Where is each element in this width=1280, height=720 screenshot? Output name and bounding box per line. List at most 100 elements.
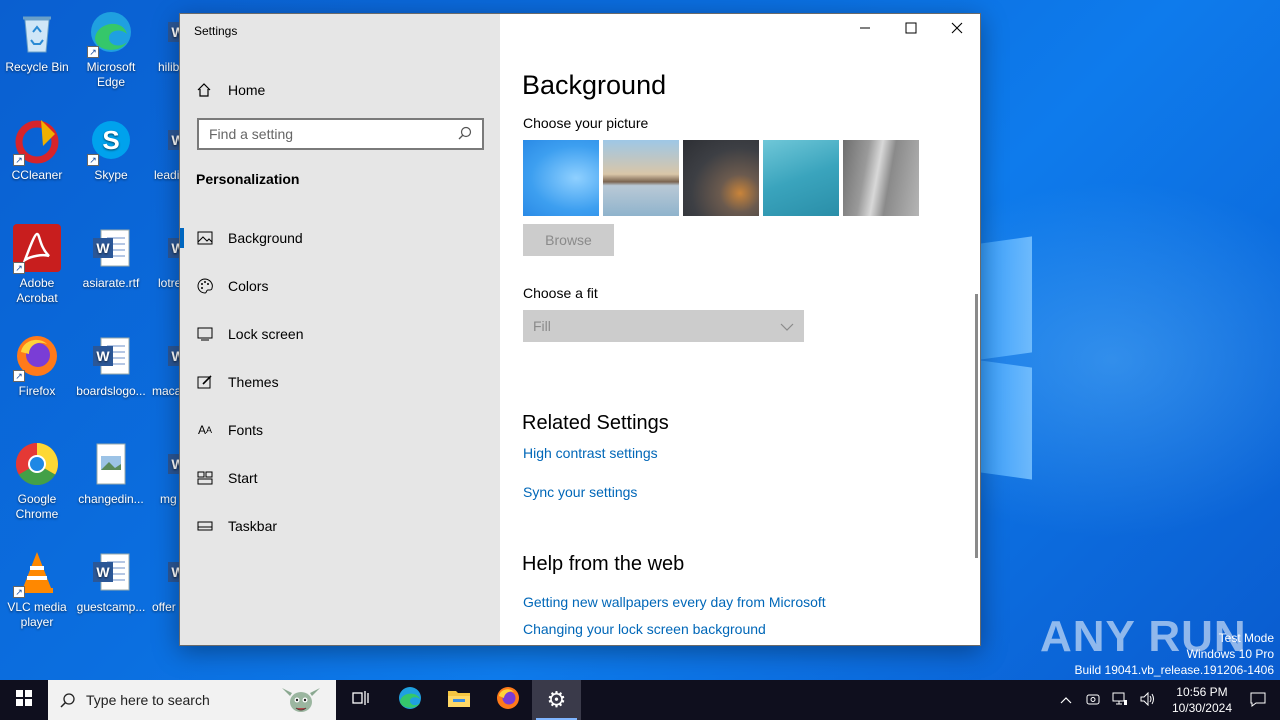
windows-logo-wallpaper	[975, 236, 1035, 480]
system-tray: 10:56 PM 10/30/2024	[1052, 680, 1280, 720]
page-title: Background	[522, 70, 667, 100]
maximize-button[interactable]	[888, 14, 934, 46]
chevron-down-icon	[780, 318, 794, 334]
content-scrollbar[interactable]	[975, 294, 978, 558]
desktop-icon-boardslogo[interactable]: W boardslogo...	[75, 332, 147, 399]
choose-fit-label: Choose a fit	[523, 285, 598, 301]
desktop-icon-label: CCleaner	[11, 168, 63, 182]
firefox-icon	[496, 686, 520, 715]
personalization-nav: Background Colors Lock screen Themes AA …	[180, 214, 500, 550]
watermark-line: Test Mode	[1218, 631, 1274, 645]
desktop-icon-firefox[interactable]: ↗ Firefox	[1, 332, 73, 399]
wallpaper-thumbnail[interactable]	[843, 140, 919, 216]
start-button[interactable]	[0, 680, 48, 720]
home-icon	[196, 82, 214, 98]
word-doc-icon: W	[87, 548, 135, 596]
settings-content: Background Choose your picture Browse Ch…	[500, 14, 980, 645]
fit-select-value: Fill	[533, 318, 551, 334]
section-title: Personalization	[196, 171, 300, 187]
desktop-icon-skype[interactable]: S ↗ Skype	[75, 116, 147, 183]
desktop-icon-label: changedin...	[78, 492, 144, 506]
search-icon	[458, 126, 472, 143]
taskbar-edge[interactable]	[385, 680, 434, 720]
picture-thumbnails	[523, 140, 919, 216]
clock[interactable]: 10:56 PM 10/30/2024	[1172, 684, 1232, 716]
start-tiles-icon	[196, 469, 214, 487]
meet-now-icon[interactable]	[1086, 692, 1100, 709]
desktop-icon-guestcamp[interactable]: W guestcamp...	[75, 548, 147, 615]
settings-sidebar: Settings Home Find a setting Personaliza…	[180, 14, 500, 645]
nav-home[interactable]: Home	[196, 78, 265, 102]
wallpaper-thumbnail[interactable]	[763, 140, 839, 216]
related-settings-heading: Related Settings	[522, 412, 669, 434]
desktop-icon-ccleaner[interactable]: ↗ CCleaner	[1, 116, 73, 183]
desktop-icon-label: Skype	[94, 168, 128, 182]
sidebar-item-background[interactable]: Background	[180, 214, 500, 262]
image-file-icon	[87, 440, 135, 488]
ccleaner-icon: ↗	[13, 116, 61, 166]
search-placeholder: Find a setting	[209, 126, 294, 142]
sidebar-item-start[interactable]: Start	[180, 454, 500, 502]
minimize-button[interactable]	[842, 14, 888, 46]
sidebar-item-taskbar[interactable]: Taskbar	[180, 502, 500, 550]
sidebar-item-colors[interactable]: Colors	[180, 262, 500, 310]
nav-home-label: Home	[228, 82, 266, 98]
maximize-icon	[905, 21, 917, 39]
taskbar-settings[interactable]: ⚙	[532, 680, 581, 720]
desktop-icon-google-chrome[interactable]: Google Chrome	[1, 440, 73, 522]
skype-icon: S ↗	[87, 116, 135, 166]
desktop-icon-recycle-bin[interactable]: Recycle Bin	[1, 8, 73, 75]
choose-picture-label: Choose your picture	[523, 115, 649, 131]
wallpaper-thumbnail[interactable]	[603, 140, 679, 216]
svg-text:W: W	[96, 564, 110, 580]
browse-button[interactable]: Browse	[523, 224, 614, 256]
taskbar-icon	[196, 517, 214, 535]
sidebar-item-label: Lock screen	[228, 326, 304, 342]
desktop-icon-microsoft-edge[interactable]: ↗ Microsoft Edge	[75, 8, 147, 90]
sidebar-item-label: Themes	[228, 374, 279, 390]
sidebar-item-themes[interactable]: Themes	[180, 358, 500, 406]
shortcut-arrow-icon: ↗	[13, 154, 25, 166]
taskbar-search-placeholder: Type here to search	[86, 692, 210, 708]
find-setting-input[interactable]: Find a setting	[197, 118, 484, 150]
desktop-icon-label: Firefox	[18, 384, 56, 398]
recycle-bin-icon	[13, 8, 61, 56]
lock-screen-icon	[196, 325, 214, 343]
desktop-icon-vlc[interactable]: ↗ VLC media player	[1, 548, 73, 630]
wallpaper-thumbnail[interactable]	[523, 140, 599, 216]
palette-icon	[196, 277, 214, 295]
wallpapers-link[interactable]: Getting new wallpapers every day from Mi…	[523, 594, 826, 610]
fit-select[interactable]: Fill	[523, 310, 804, 342]
svg-text:W: W	[96, 240, 110, 256]
volume-icon[interactable]	[1140, 691, 1156, 709]
desktop-icon-label: Microsoft Edge	[86, 60, 136, 89]
taskbar-firefox[interactable]	[483, 680, 532, 720]
taskbar-file-explorer[interactable]	[434, 680, 483, 720]
clock-time: 10:56 PM	[1176, 685, 1228, 699]
sidebar-item-fonts[interactable]: AA Fonts	[180, 406, 500, 454]
desktop-icon-label: boardslogo...	[76, 384, 146, 398]
action-center-icon[interactable]	[1250, 691, 1266, 710]
lock-screen-background-link[interactable]: Changing your lock screen background	[523, 621, 766, 637]
os-watermark: Test Mode Windows 10 Pro Build 19041.vb_…	[1075, 630, 1275, 678]
wallpaper-thumbnail[interactable]	[683, 140, 759, 216]
desktop-icon-label: asiarate.rtf	[82, 276, 140, 290]
window-title: Settings	[194, 24, 238, 38]
chevron-up-icon[interactable]	[1060, 693, 1072, 707]
search-icon	[60, 692, 76, 708]
settings-gear-icon: ⚙	[546, 687, 567, 712]
task-view-button[interactable]	[336, 680, 385, 720]
desktop-icon-adobe-acrobat[interactable]: ↗ Adobe Acrobat	[1, 224, 73, 306]
watermark-line: Build 19041.vb_release.191206-1406	[1074, 663, 1275, 677]
desktop-icon-label: Google Chrome	[15, 492, 59, 521]
sync-settings-link[interactable]: Sync your settings	[523, 484, 637, 500]
desktop-icon-label: hilib	[158, 60, 180, 74]
close-button[interactable]	[934, 14, 980, 46]
high-contrast-link[interactable]: High contrast settings	[523, 445, 658, 461]
desktop-icon-asiarate[interactable]: W asiarate.rtf	[75, 224, 147, 291]
close-icon	[951, 21, 963, 39]
taskbar-search-box[interactable]: Type here to search	[48, 680, 336, 720]
network-icon[interactable]	[1112, 692, 1128, 709]
sidebar-item-lock-screen[interactable]: Lock screen	[180, 310, 500, 358]
desktop-icon-changedin[interactable]: changedin...	[75, 440, 147, 507]
